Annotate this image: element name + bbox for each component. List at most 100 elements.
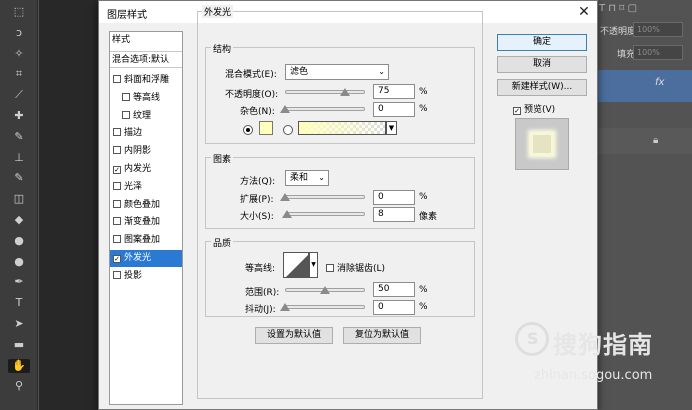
style-list-item[interactable]: 斜面和浮雕 xyxy=(110,72,182,89)
contour-curve-icon xyxy=(286,255,308,277)
checkbox-checked-icon[interactable]: ✓ xyxy=(113,255,121,263)
style-list-item[interactable]: ✓ 内发光 xyxy=(110,161,182,178)
layer-row-background[interactable]: 🔒︎ xyxy=(595,128,692,154)
checkbox-icon[interactable] xyxy=(113,146,121,155)
crop-icon[interactable]: ⌗ xyxy=(8,67,30,81)
size-label: 大小(S): xyxy=(240,212,274,222)
style-list-item[interactable]: ✓ 外发光 xyxy=(110,250,182,267)
gradient-picker[interactable] xyxy=(298,121,386,135)
eraser-icon[interactable]: ◫ xyxy=(8,192,30,206)
size-input[interactable]: 8 xyxy=(373,207,415,222)
healing-icon[interactable]: ✚ xyxy=(8,109,30,123)
style-list-item-label: 内发光 xyxy=(124,164,152,174)
spread-slider-thumb[interactable] xyxy=(280,193,290,201)
blend-mode-select[interactable]: 滤色 ⌄ xyxy=(285,64,389,80)
style-list-item[interactable]: 纹理 xyxy=(110,108,182,125)
style-list-item[interactable]: 颜色叠加 xyxy=(110,197,182,214)
noise-slider-track[interactable] xyxy=(285,107,365,111)
range-input[interactable]: 50 xyxy=(373,282,415,297)
style-list-item-label: 斜面和浮雕 xyxy=(124,75,170,85)
lasso-icon[interactable]: ↄ xyxy=(8,26,30,40)
make-default-button[interactable]: 设置为默认值 xyxy=(255,327,333,344)
blend-options-item[interactable]: 混合选项:默认 xyxy=(110,51,182,68)
spread-percent: % xyxy=(419,192,428,202)
gradient-radio[interactable] xyxy=(283,125,293,135)
layer-opacity-field[interactable]: 100% xyxy=(633,22,683,37)
style-list-item[interactable]: 描边 xyxy=(110,125,182,142)
style-list-item-label: 外发光 xyxy=(124,253,152,263)
stamp-icon[interactable]: ⊥ xyxy=(8,151,30,165)
layer-fill-field[interactable]: 100% xyxy=(633,45,683,60)
style-list-item-label: 颜色叠加 xyxy=(124,199,161,210)
layer-row-selected[interactable]: fx xyxy=(595,70,692,102)
preview-label: 预览(V) xyxy=(524,105,556,115)
opacity-input[interactable]: 75 xyxy=(373,84,415,99)
style-list-item[interactable]: 渐变叠加 xyxy=(110,214,182,231)
style-list-item-label: 内阴影 xyxy=(124,146,152,157)
style-list-item-label: 图案叠加 xyxy=(124,235,161,246)
method-value: 柔和 xyxy=(290,173,309,183)
style-list-item[interactable]: 等高线 xyxy=(110,90,182,107)
size-slider-track[interactable] xyxy=(285,212,365,216)
range-slider-thumb[interactable] xyxy=(320,286,330,294)
style-list-item[interactable]: 图案叠加 xyxy=(110,232,182,249)
spread-slider-track[interactable] xyxy=(285,195,365,199)
reset-default-button[interactable]: 复位为默认值 xyxy=(343,327,421,344)
contour-preview[interactable] xyxy=(283,252,309,278)
gradient-dropdown-icon[interactable]: ▼ xyxy=(386,121,397,135)
style-list-item-label: 渐变叠加 xyxy=(124,217,161,228)
style-list-item[interactable]: 光泽 xyxy=(110,179,182,196)
blur-icon[interactable]: ● xyxy=(8,234,30,248)
checkbox-icon[interactable] xyxy=(122,92,130,101)
checkbox-icon[interactable] xyxy=(113,181,121,190)
path-select-icon[interactable]: ➤ xyxy=(8,317,30,331)
blend-mode-label: 混合模式(E): xyxy=(225,70,277,80)
method-select[interactable]: 柔和 ⌄ xyxy=(285,170,329,186)
bucket-icon[interactable]: ◆ xyxy=(8,213,30,227)
eyedropper-icon[interactable]: ⟋ xyxy=(8,88,30,102)
marquee-icon[interactable]: ⬚ xyxy=(8,5,30,19)
contour-dropdown-icon[interactable]: ▼ xyxy=(309,252,318,278)
panel-title: 外发光 xyxy=(202,5,234,18)
magic-wand-icon[interactable]: ✧ xyxy=(8,47,30,61)
ok-button[interactable]: 确定 xyxy=(497,34,587,51)
checkbox-checked-icon[interactable]: ✓ xyxy=(113,166,121,174)
brush-icon[interactable]: ✎ xyxy=(8,130,30,144)
noise-percent: % xyxy=(419,104,428,114)
noise-slider-thumb[interactable] xyxy=(280,105,290,113)
checkbox-icon[interactable] xyxy=(113,128,121,137)
solid-color-radio[interactable] xyxy=(243,125,253,135)
close-icon[interactable]: ✕ xyxy=(573,2,595,22)
jitter-slider-track[interactable] xyxy=(285,305,365,309)
jitter-slider-thumb[interactable] xyxy=(280,303,290,311)
checkbox-icon[interactable] xyxy=(113,75,121,83)
glow-color-swatch[interactable] xyxy=(259,121,273,135)
checkbox-icon[interactable] xyxy=(113,235,121,244)
checkbox-icon[interactable] xyxy=(113,217,121,226)
checkbox-icon[interactable] xyxy=(122,110,130,119)
hand-icon[interactable]: ✋ xyxy=(8,358,30,373)
preview-checkbox[interactable]: ✓ 预览(V) xyxy=(513,102,555,115)
opacity-percent: % xyxy=(419,87,428,97)
checkbox-icon xyxy=(326,264,334,272)
type-icon[interactable]: T xyxy=(8,296,30,310)
dodge-icon[interactable]: ● xyxy=(8,255,30,269)
noise-input[interactable]: 0 xyxy=(373,102,415,117)
jitter-input[interactable]: 0 xyxy=(373,300,415,315)
size-slider-thumb[interactable] xyxy=(282,210,293,218)
checkbox-icon[interactable] xyxy=(113,270,121,279)
spread-input[interactable]: 0 xyxy=(373,190,415,205)
new-style-button[interactable]: 新建样式(W)... xyxy=(497,79,587,96)
history-brush-icon[interactable]: ✎ xyxy=(8,171,30,185)
cancel-button[interactable]: 取消 xyxy=(497,56,587,73)
style-list-item-label: 纹理 xyxy=(133,110,152,121)
style-list-item[interactable]: 投影 xyxy=(110,268,182,285)
shape-icon[interactable]: ▬ xyxy=(8,338,30,352)
checkbox-icon[interactable] xyxy=(113,199,121,208)
style-list-item[interactable]: 内阴影 xyxy=(110,143,182,160)
zoom-icon[interactable]: ⚲ xyxy=(8,379,30,393)
antialias-checkbox[interactable]: 消除锯齿(L) xyxy=(326,261,385,274)
pen-icon[interactable]: ✒ xyxy=(8,275,30,289)
opacity-slider-thumb[interactable] xyxy=(340,88,350,96)
opacity-slider-track[interactable] xyxy=(285,90,365,94)
